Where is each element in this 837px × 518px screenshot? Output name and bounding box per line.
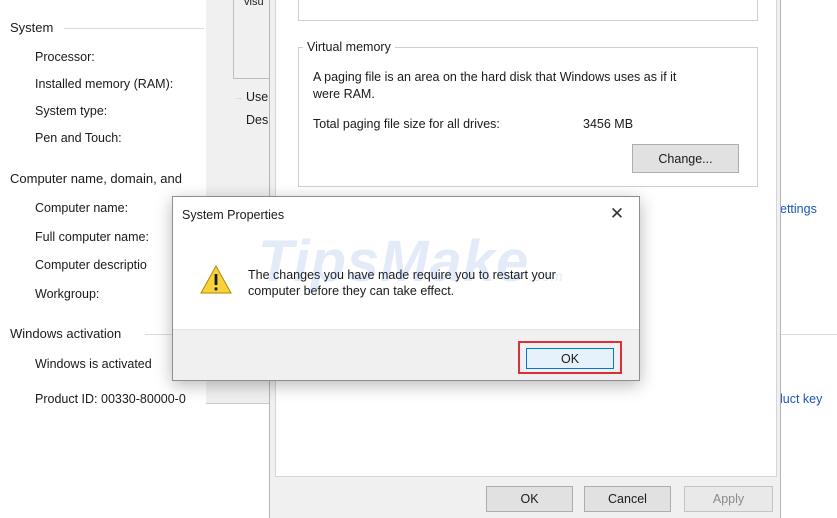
processor-label: Processor: bbox=[35, 50, 95, 64]
computer-name-group-heading: Computer name, domain, and bbox=[10, 171, 182, 186]
perf-apply-button[interactable]: Apply bbox=[684, 486, 773, 512]
system-group-heading: System bbox=[10, 20, 54, 35]
workgroup-label: Workgroup: bbox=[35, 287, 100, 301]
activation-group-divider-right bbox=[779, 334, 837, 335]
perf-cancel-button[interactable]: Cancel bbox=[584, 486, 671, 512]
computer-name-label: Computer name: bbox=[35, 201, 129, 215]
activation-group-heading: Windows activation bbox=[10, 326, 122, 341]
virtual-memory-legend: Virtual memory bbox=[303, 40, 395, 54]
system-group-divider bbox=[64, 28, 204, 29]
change-settings-link[interactable]: ettings bbox=[780, 202, 817, 216]
close-icon[interactable]: ✕ bbox=[605, 202, 629, 226]
computer-description-label: Computer descriptio bbox=[35, 258, 147, 272]
dialog-ok-button[interactable]: OK bbox=[526, 348, 614, 369]
virtual-memory-description-line1: A paging file is an area on the hard dis… bbox=[313, 70, 677, 84]
ok-button-highlight: OK bbox=[518, 341, 622, 374]
change-product-key-link[interactable]: luct key bbox=[780, 392, 822, 406]
product-id: Product ID: 00330-80000-0 bbox=[35, 392, 186, 406]
installed-memory-label: Installed memory (RAM): bbox=[35, 77, 174, 91]
dialog-button-bar: OK bbox=[173, 329, 639, 380]
user-profiles-label: Use bbox=[246, 90, 269, 104]
system-type-label: System type: bbox=[35, 104, 108, 118]
change-virtual-memory-button[interactable]: Change... bbox=[632, 144, 739, 173]
user-profiles-divider bbox=[236, 98, 242, 99]
full-computer-name-label: Full computer name: bbox=[35, 230, 149, 244]
perf-ok-button[interactable]: OK bbox=[486, 486, 573, 512]
desktop-settings-label: Des bbox=[246, 113, 269, 127]
dialog-title: System Properties bbox=[182, 208, 285, 222]
virtual-memory-description-line2: were RAM. bbox=[313, 87, 375, 101]
paging-size-value: 3456 MB bbox=[583, 117, 634, 131]
visual-effects-fragment: visu bbox=[244, 0, 264, 8]
pen-and-touch-label: Pen and Touch: bbox=[35, 131, 122, 145]
watermark-text: TipsMake bbox=[258, 229, 530, 294]
processor-scheduling-groupbox bbox=[298, 0, 758, 21]
watermark-suffix: .com bbox=[529, 268, 564, 284]
paging-size-label: Total paging file size for all drives: bbox=[313, 117, 500, 131]
watermark-logo: TipsMake.com bbox=[258, 228, 564, 295]
activation-status: Windows is activated bbox=[35, 357, 152, 371]
warning-icon bbox=[200, 265, 232, 294]
